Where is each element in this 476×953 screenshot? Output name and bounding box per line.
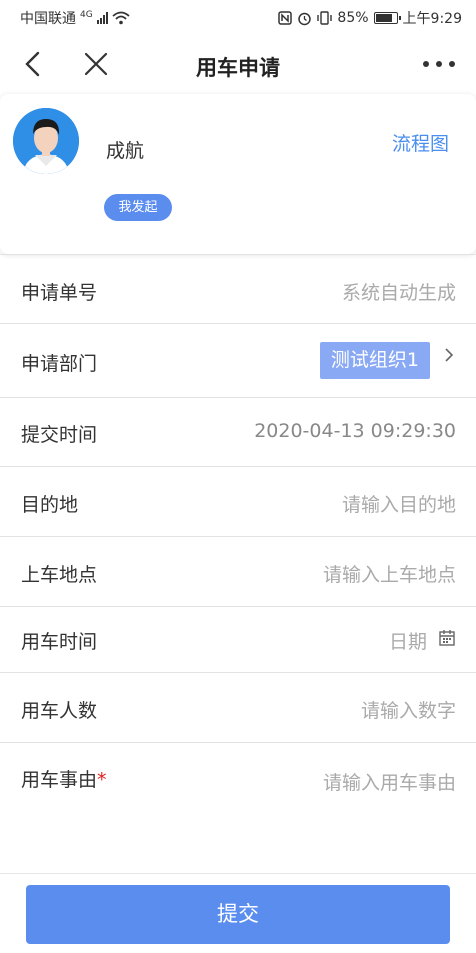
nav-bar: 用车申请 (0, 34, 476, 94)
reason-input[interactable]: 请输入用车事由 (323, 768, 456, 795)
status-bar: 中国联通 4G 85% 上午9:29 (0, 0, 476, 34)
form-row-pickup-location[interactable]: 上车地点 请输入上车地点 (0, 536, 476, 606)
nfc-icon (278, 11, 293, 25)
required-mark: * (97, 769, 107, 791)
form-row-passenger-count[interactable]: 用车人数 请输入数字 (0, 672, 476, 742)
form-row-submit-time: 提交时间 2020-04-13 09:29:30 (0, 397, 476, 466)
field-label: 目的地 (21, 494, 79, 516)
form-row-application-number: 申请单号 系统自动生成 (0, 254, 476, 323)
form-row-department[interactable]: 申请部门 测试组织1 (0, 323, 476, 397)
field-label: 用车事由* (21, 769, 107, 791)
field-label: 上车地点 (21, 564, 98, 586)
more-horizontal-icon (423, 61, 455, 67)
close-button[interactable] (80, 48, 112, 80)
chevron-left-icon (25, 51, 40, 77)
close-icon (84, 52, 108, 76)
carrier-name: 中国联通 (20, 11, 76, 27)
pickup-location-input[interactable]: 请输入上车地点 (323, 560, 456, 587)
battery-percent: 85% (337, 10, 369, 26)
field-label: 申请部门 (21, 353, 98, 375)
submit-button[interactable]: 提交 (26, 885, 450, 944)
department-tag[interactable]: 测试组织1 (319, 342, 430, 379)
field-label: 申请单号 (21, 282, 98, 304)
destination-input[interactable]: 请输入目的地 (342, 490, 456, 517)
avatar (13, 108, 79, 174)
vibrate-icon (317, 11, 333, 25)
signal-icon (96, 12, 108, 24)
clock-time: 上午9:29 (402, 11, 462, 27)
battery-icon (373, 12, 401, 24)
flowchart-link[interactable]: 流程图 (392, 129, 449, 156)
form-row-reason[interactable]: 用车事由* 请输入用车事由 (0, 742, 476, 873)
passenger-count-input[interactable]: 请输入数字 (361, 696, 456, 723)
bottom-bar: 提交 (0, 873, 476, 953)
form-row-use-time[interactable]: 用车时间 日期 (0, 606, 476, 672)
form-row-destination[interactable]: 目的地 请输入目的地 (0, 466, 476, 536)
more-button[interactable] (420, 48, 458, 80)
wifi-icon (112, 11, 130, 25)
network-type: 4G (80, 10, 93, 20)
field-label: 用车人数 (21, 700, 98, 722)
applicant-card: 成航 流程图 我发起 (0, 94, 476, 254)
back-button[interactable] (17, 48, 49, 80)
submit-time-value: 2020-04-13 09:29:30 (254, 420, 456, 442)
application-number-value: 系统自动生成 (341, 282, 456, 304)
field-label: 用车时间 (21, 631, 98, 653)
field-label: 提交时间 (21, 424, 98, 446)
page-title: 用车申请 (196, 56, 280, 80)
alarm-icon (298, 12, 312, 25)
date-picker-input[interactable]: 日期 (389, 627, 427, 654)
calendar-icon[interactable] (438, 629, 456, 647)
initiator-badge: 我发起 (104, 194, 172, 221)
chevron-right-icon[interactable] (442, 348, 456, 362)
applicant-name: 成航 (106, 140, 145, 162)
